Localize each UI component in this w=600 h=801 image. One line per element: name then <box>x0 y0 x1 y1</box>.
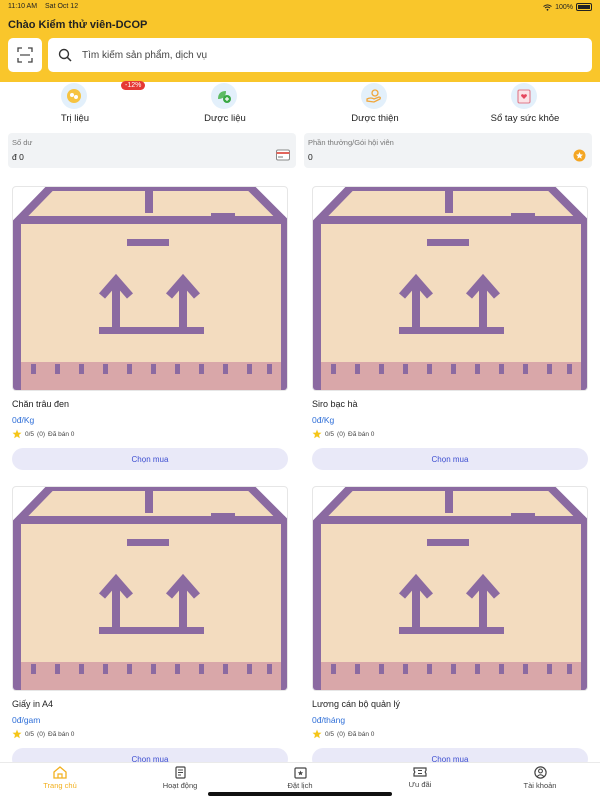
rating-count: (0) <box>37 730 45 738</box>
battery-icon <box>576 3 592 11</box>
tab-label: Ưu đãi <box>408 780 432 789</box>
herb-icon <box>211 83 237 109</box>
search-placeholder: Tìm kiếm sản phẩm, dịch vụ <box>82 50 208 61</box>
star-icon <box>12 729 22 739</box>
product-image[interactable] <box>12 186 288 391</box>
rating-score: 0/5 <box>25 730 35 738</box>
status-date: Sat Oct 12 <box>45 3 79 10</box>
scan-icon <box>17 47 33 63</box>
product-rating: 0/5 (0) Đã bán 0 <box>312 429 374 439</box>
product-name: Siro bạc hà <box>312 399 358 409</box>
category-label: Sổ tay sức khỏe <box>490 113 560 124</box>
rewards-label: Phần thưởng/Gói hội viên <box>308 138 394 147</box>
balance-value: đ 0 <box>12 152 24 162</box>
tab-label: Tài khoản <box>523 781 557 790</box>
product-name: Giấy in A4 <box>12 699 54 709</box>
tab-offers[interactable]: Ưu đãi <box>360 766 480 789</box>
rating-count: (0) <box>337 730 345 738</box>
product-rating: 0/5 (0) Đã bán 0 <box>312 729 374 739</box>
status-time: 11:10 AM <box>8 3 38 10</box>
tab-account[interactable]: Tài khoản <box>480 766 600 790</box>
product-image[interactable] <box>312 186 588 391</box>
buy-button[interactable]: Chọn mua <box>12 448 288 470</box>
health-notebook-icon <box>511 83 537 109</box>
star-icon <box>312 429 322 439</box>
tab-activity[interactable]: Hoạt động <box>120 766 240 790</box>
rating-score: 0/5 <box>25 430 35 438</box>
category-label: Trị liệu <box>60 113 90 124</box>
tab-label: Trang chủ <box>43 781 77 790</box>
balance-box[interactable]: Số dư đ 0 <box>8 133 296 168</box>
charity-hand-icon <box>361 83 387 109</box>
wifi-icon <box>543 3 552 11</box>
search-input[interactable]: Tìm kiếm sản phẩm, dịch vụ <box>48 38 592 72</box>
battery-percent: 100% <box>555 3 573 11</box>
balance-label: Số dư <box>12 138 33 147</box>
activity-icon <box>174 766 186 779</box>
scan-button[interactable] <box>8 38 42 72</box>
calendar-icon <box>293 767 307 779</box>
discount-badge: -12% <box>121 81 146 90</box>
category-charity[interactable]: Dược thiện <box>305 82 445 130</box>
rewards-box[interactable]: Phần thưởng/Gói hội viên 0 <box>304 133 592 168</box>
sold-count: Đã bán 0 <box>348 430 375 438</box>
app-header: 11:10 AM Sat Oct 12 100% Chào Kiểm thử v… <box>0 0 600 82</box>
category-label: Dược liệu <box>204 113 246 124</box>
wallet-icon <box>276 149 290 161</box>
rating-score: 0/5 <box>325 730 335 738</box>
status-bar: 11:10 AM Sat Oct 12 100% <box>8 3 592 13</box>
rewards-value: 0 <box>308 152 313 162</box>
product-image[interactable] <box>12 486 288 691</box>
product-image[interactable] <box>312 486 588 691</box>
coin-icon <box>573 149 586 162</box>
category-herb[interactable]: Dược liệu <box>155 82 295 130</box>
tab-label: Hoạt động <box>162 781 198 790</box>
category-label: Dược thiện <box>351 113 399 124</box>
product-price: 0đ/tháng <box>312 715 346 725</box>
product-rating: 0/5 (0) Đã bán 0 <box>12 729 74 739</box>
tab-calendar[interactable]: Đặt lịch <box>240 766 360 790</box>
sold-count: Đã bán 0 <box>348 730 375 738</box>
rating-count: (0) <box>337 430 345 438</box>
ticket-icon <box>413 767 427 777</box>
category-health-notebook[interactable]: Sổ tay sức khỏe <box>455 82 595 130</box>
page-title: Chào Kiểm thử viên-DCOP <box>8 19 148 31</box>
product-name: Chăn trâu đen <box>12 399 70 409</box>
category-bar: Trị liệu Dược liệu Dược thiện Sổ tay sức… <box>0 82 600 130</box>
product-name: Lương cán bộ quản lý <box>312 699 400 709</box>
product-price: 0đ/Kg <box>12 415 35 425</box>
rating-score: 0/5 <box>325 430 335 438</box>
home-icon <box>53 766 67 779</box>
therapy-icon <box>61 83 87 109</box>
tab-label: Đặt lịch <box>287 781 313 790</box>
sold-count: Đã bán 0 <box>48 730 75 738</box>
sold-count: Đã bán 0 <box>48 430 75 438</box>
product-rating: 0/5 (0) Đã bán 0 <box>12 429 74 439</box>
product-price: 0đ/Kg <box>312 415 335 425</box>
rating-count: (0) <box>37 430 45 438</box>
product-price: 0đ/gam <box>12 715 41 725</box>
tab-home[interactable]: Trang chủ <box>0 766 120 790</box>
search-icon <box>58 48 72 62</box>
star-icon <box>312 729 322 739</box>
buy-button[interactable]: Chọn mua <box>312 448 588 470</box>
home-indicator <box>208 792 392 796</box>
account-icon <box>533 766 547 779</box>
star-icon <box>12 429 22 439</box>
